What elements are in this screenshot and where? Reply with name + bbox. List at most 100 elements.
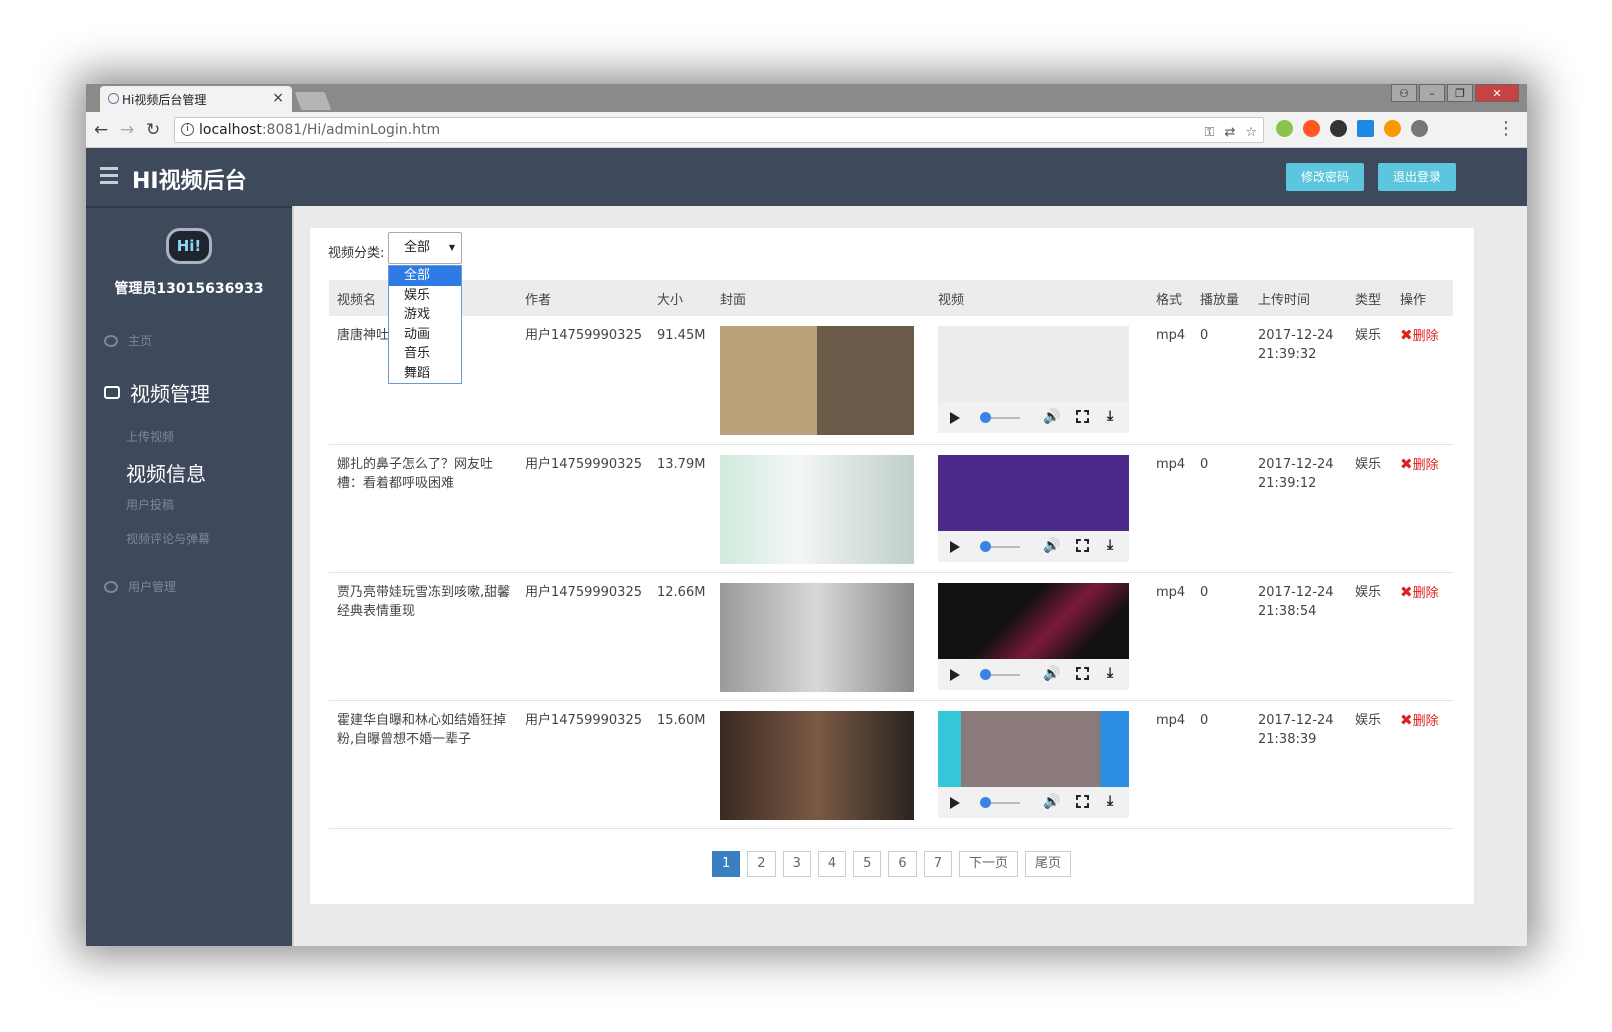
progress-track[interactable] (990, 417, 1020, 419)
dropdown-option[interactable]: 舞蹈 (389, 364, 461, 384)
reload-icon[interactable]: ↻ (146, 120, 160, 140)
delete-button[interactable]: ✖删除 (1392, 444, 1453, 573)
page-button[interactable]: 4 (817, 851, 847, 877)
category-select[interactable]: 全部 ▼ (388, 232, 462, 264)
maximize-button[interactable]: ❐ (1447, 84, 1473, 102)
upload-time: 2017-12-24 21:38:39 (1250, 700, 1347, 829)
extension-icon[interactable] (1303, 120, 1320, 137)
video-plays: 0 (1192, 316, 1250, 445)
progress-handle[interactable] (980, 668, 991, 680)
delete-button[interactable]: ✖删除 (1392, 316, 1453, 445)
nav-home[interactable]: 主页 (104, 332, 152, 349)
video-screen[interactable] (938, 326, 1129, 402)
browser-menu-icon[interactable]: ⋮ (1497, 118, 1515, 139)
page-button[interactable]: 7 (923, 851, 952, 877)
nav-video-management[interactable]: 视频管理 (104, 378, 210, 407)
column-header: 格式 (1148, 280, 1192, 316)
video-author: 用户14759990325 (517, 572, 649, 701)
progress-handle[interactable] (980, 540, 991, 552)
dropdown-option[interactable]: 动画 (389, 325, 461, 345)
delete-icon: ✖ (1400, 454, 1413, 473)
video-screen[interactable] (938, 710, 1129, 787)
page-button[interactable]: 6 (888, 851, 917, 877)
close-window-button[interactable]: ✕ (1475, 84, 1519, 102)
logout-button[interactable]: 退出登录 (1378, 163, 1457, 191)
column-header: 视频 (930, 280, 1148, 316)
page-button[interactable]: 3 (782, 851, 811, 877)
progress-handle[interactable] (980, 796, 991, 808)
dropdown-option[interactable]: 音乐 (389, 344, 461, 364)
table-row: 唐唐神吐槽的结局 用户14759990325 91.45M 🔊 (329, 316, 1453, 445)
nav-user-management[interactable]: 用户管理 (104, 578, 176, 595)
forward-icon[interactable]: → (120, 120, 134, 140)
download-icon[interactable]: ⤓ (1107, 792, 1113, 811)
download-icon[interactable]: ⤓ (1107, 664, 1113, 683)
menu-toggle-icon[interactable] (100, 167, 118, 188)
video-format: mp4 (1148, 700, 1192, 829)
extension-icon[interactable] (1357, 120, 1374, 137)
delete-button[interactable]: ✖删除 (1392, 700, 1453, 829)
subnav-upload-video[interactable]: 上传视频 (126, 428, 174, 445)
close-tab-icon[interactable]: × (272, 90, 284, 106)
progress-track[interactable] (990, 801, 1020, 804)
video-name: 娜扎的鼻子怎么了？网友吐槽：看着都呼吸困难 (329, 444, 517, 573)
play-icon[interactable] (950, 668, 960, 681)
star-icon[interactable]: ☆ (1245, 121, 1257, 145)
change-password-button[interactable]: 修改密码 (1286, 163, 1365, 191)
extension-icon[interactable] (1330, 120, 1347, 137)
volume-icon[interactable]: 🔊 (1043, 793, 1060, 812)
delete-button[interactable]: ✖删除 (1392, 572, 1453, 701)
last-page-button[interactable]: 尾页 (1024, 851, 1071, 877)
back-icon[interactable]: ← (94, 120, 108, 140)
progress-track[interactable] (990, 673, 1020, 676)
subnav-comments[interactable]: 视频评论与弹幕 (126, 530, 210, 547)
video-screen[interactable] (938, 582, 1129, 659)
video-size: 12.66M (649, 572, 712, 701)
url-host: localhost (199, 122, 262, 138)
extension-icon[interactable] (1411, 120, 1428, 137)
extension-icon[interactable] (1384, 120, 1401, 137)
logo: Hi! (166, 228, 212, 264)
fullscreen-icon[interactable] (1076, 666, 1089, 680)
volume-icon[interactable]: 🔊 (1043, 408, 1060, 427)
video-plays: 0 (1192, 444, 1250, 573)
extension-icon[interactable] (1276, 120, 1293, 137)
fullscreen-icon[interactable] (1076, 538, 1089, 552)
page-button[interactable]: 5 (853, 851, 882, 877)
play-icon[interactable] (950, 540, 960, 553)
subnav-video-info[interactable]: 视频信息 (126, 458, 206, 487)
profile-icon[interactable]: ⚇ (1391, 84, 1417, 102)
page-button[interactable]: 1 (712, 851, 741, 877)
pagination: 1 2 3 4 5 6 7 下一页 尾页 (712, 851, 1071, 877)
volume-icon[interactable]: 🔊 (1043, 537, 1060, 556)
delete-label: 删除 (1412, 457, 1439, 473)
key-icon[interactable]: ⚿ (1205, 121, 1215, 145)
column-header: 播放量 (1192, 280, 1250, 316)
dropdown-option[interactable]: 游戏 (389, 305, 461, 325)
video-screen[interactable] (938, 454, 1129, 531)
video-size: 13.79M (649, 444, 712, 573)
tab-strip: Hi视频后台管理 × ⚇ – ❐ ✕ (86, 84, 1527, 112)
page-button[interactable]: 2 (747, 851, 776, 877)
dropdown-option[interactable]: 娱乐 (389, 286, 461, 306)
info-icon[interactable]: i (181, 123, 194, 136)
volume-icon[interactable]: 🔊 (1043, 665, 1060, 684)
next-page-button[interactable]: 下一页 (958, 851, 1018, 877)
play-icon[interactable] (950, 796, 960, 809)
dropdown-option[interactable]: 全部 (389, 266, 461, 286)
fullscreen-icon[interactable] (1076, 410, 1089, 423)
browser-tab[interactable]: Hi视频后台管理 × (100, 86, 292, 112)
subnav-user-submissions[interactable]: 用户投稿 (126, 496, 174, 513)
upload-time: 2017-12-24 21:39:12 (1250, 444, 1347, 573)
extensions (1276, 120, 1428, 137)
progress-handle[interactable] (980, 412, 991, 423)
translate-icon[interactable]: ⇄ (1224, 121, 1235, 145)
new-tab-button[interactable] (294, 92, 332, 110)
progress-track[interactable] (990, 545, 1020, 548)
minimize-button[interactable]: – (1419, 84, 1445, 102)
play-icon[interactable] (950, 412, 960, 424)
download-icon[interactable]: ⤓ (1107, 536, 1113, 555)
address-bar[interactable]: i localhost:8081/Hi/adminLogin.htm ⚿ ⇄ ☆ (174, 117, 1264, 143)
fullscreen-icon[interactable] (1076, 794, 1089, 808)
download-icon[interactable]: ⤓ (1107, 407, 1113, 426)
